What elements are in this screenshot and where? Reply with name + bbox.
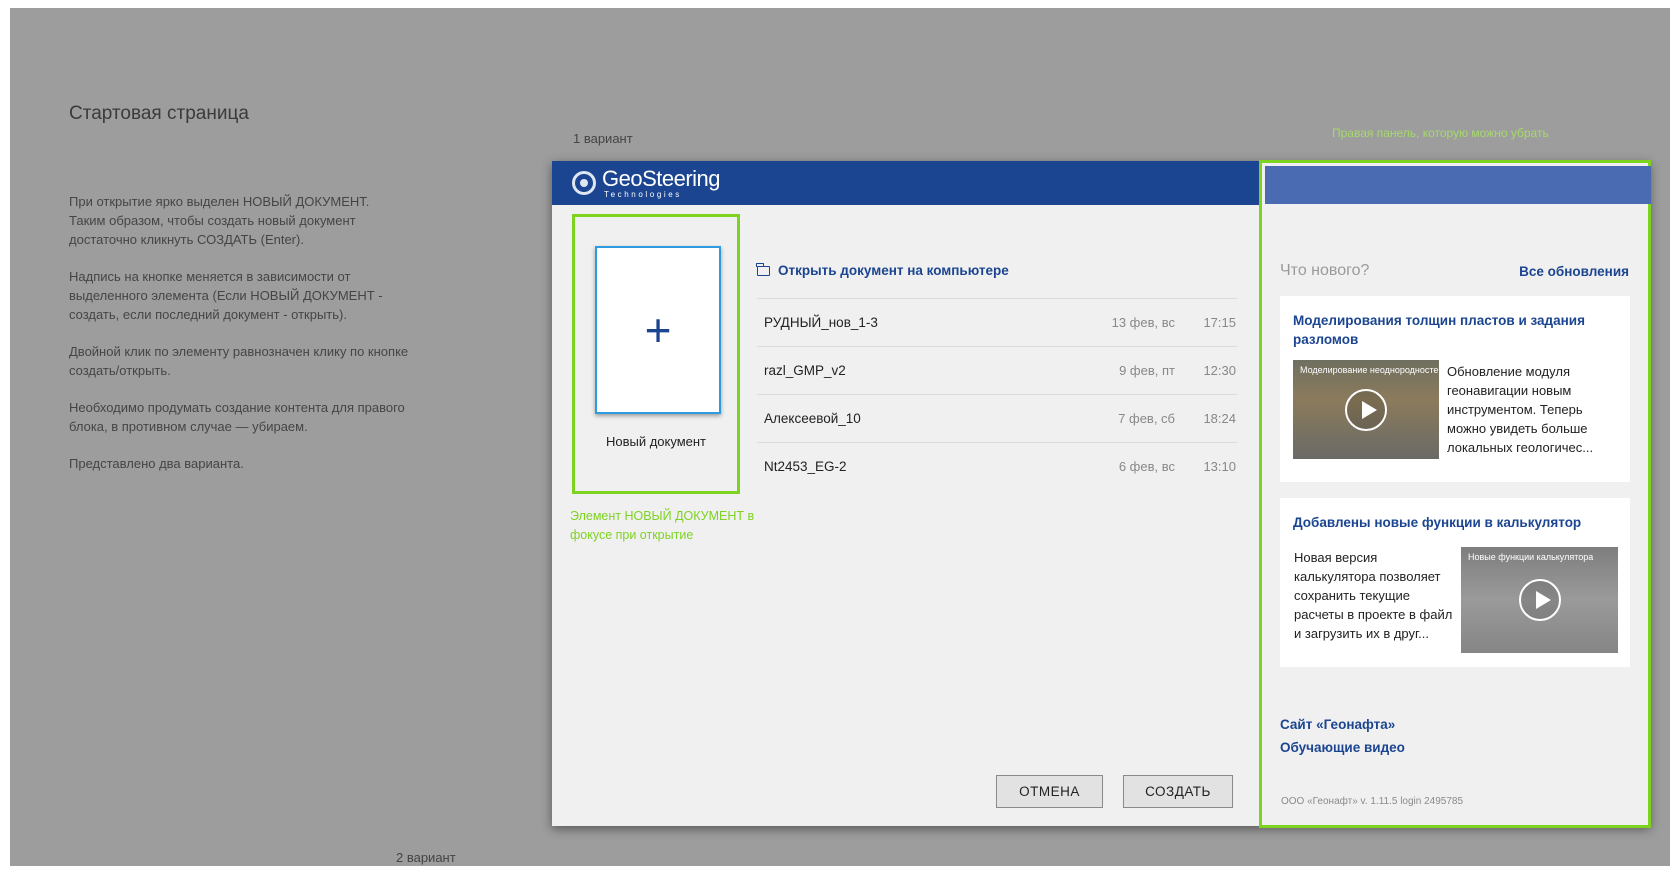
recent-document-row[interactable]: РУДНЫЙ_нов_1-3 13 фев, вс 17:15 xyxy=(757,298,1237,346)
document-time: 17:15 xyxy=(1203,315,1236,330)
news-description: Новая версия калькулятора позволяет сохр… xyxy=(1294,550,1453,641)
recent-documents-list: РУДНЫЙ_нов_1-3 13 фев, вс 17:15 razl_GMP… xyxy=(757,298,1237,490)
geonaft-site-link[interactable]: Сайт «Геонафта» xyxy=(1280,713,1405,736)
new-document-focus-frame: + Новый документ xyxy=(572,214,740,494)
news-title-link[interactable]: Добавлены новые функции в калькулятор xyxy=(1293,513,1593,532)
document-name: РУДНЫЙ_нов_1-3 xyxy=(764,315,878,330)
note-paragraph: При открытие ярко выделен НОВЫЙ ДОКУМЕНТ… xyxy=(69,194,370,247)
create-button[interactable]: СОЗДАТЬ xyxy=(1123,775,1233,808)
document-name: Алексеевой_10 xyxy=(764,411,861,426)
document-name: razl_GMP_v2 xyxy=(764,363,846,378)
version-info: ООО «Геонафт» v. 1.11.5 login 2495785 xyxy=(1281,796,1464,807)
logo-sub-text: Technologies xyxy=(604,190,682,199)
play-icon xyxy=(1518,579,1561,621)
focus-annotation: Элемент НОВЫЙ ДОКУМЕНТ в фокусе при откр… xyxy=(570,509,755,542)
logo-main-text: GeoSteering xyxy=(602,166,721,191)
document-date: 9 фев, пт xyxy=(1119,363,1175,378)
note-paragraph: Надпись на кнопке меняется в зависимости… xyxy=(69,269,383,322)
document-date: 13 фев, вс xyxy=(1111,315,1175,330)
folder-icon xyxy=(756,262,770,276)
news-title-link[interactable]: Моделирования толщин пластов и задания р… xyxy=(1293,311,1593,349)
right-panel-header xyxy=(1265,166,1651,204)
document-date: 7 фев, сб xyxy=(1118,411,1175,426)
recent-document-row[interactable]: Алексеевой_10 7 фев, сб 18:24 xyxy=(757,394,1237,442)
all-updates-link[interactable]: Все обновления xyxy=(1519,264,1629,279)
whats-new-heading: Что нового? xyxy=(1280,262,1370,279)
document-name: Nt2453_EG-2 xyxy=(764,459,847,474)
news-card: Добавлены новые функции в калькулятор Но… xyxy=(1280,498,1630,667)
variant-1-label: 1 вариант xyxy=(573,131,633,146)
right-panel: Что нового? Все обновления Моделирования… xyxy=(1259,160,1651,828)
recent-document-row[interactable]: razl_GMP_v2 9 фев, пт 12:30 xyxy=(757,346,1237,394)
thumbnail-caption: Моделирование неоднородносте... xyxy=(1300,365,1440,375)
variant-2-label: 2 вариант xyxy=(396,850,456,865)
tutorial-videos-link[interactable]: Обучающие видео xyxy=(1280,736,1405,759)
document-time: 18:24 xyxy=(1203,411,1236,426)
open-from-computer-link[interactable]: Открыть документ на компьютере xyxy=(756,262,1009,278)
news-description: Обновление модуля геонавигации новым инс… xyxy=(1447,364,1594,455)
description-notes: При открытие ярко выделен НОВЫЙ ДОКУМЕНТ… xyxy=(69,192,409,491)
new-document-tile[interactable]: + xyxy=(595,246,721,414)
play-icon xyxy=(1345,388,1387,431)
document-time: 13:10 xyxy=(1203,459,1236,474)
cancel-button[interactable]: ОТМЕНА xyxy=(996,775,1103,808)
video-thumbnail[interactable]: Новые функции калькулятора xyxy=(1461,547,1618,653)
note-paragraph: Двойной клик по элементу равнозначен кли… xyxy=(69,344,409,378)
page-title: Стартовая страница xyxy=(69,103,249,124)
video-thumbnail[interactable]: Моделирование неоднородносте... xyxy=(1293,360,1440,459)
geosteering-logo: GeoSteering Technologies xyxy=(572,166,721,199)
note-paragraph: Представлено два варианта. xyxy=(69,456,244,471)
open-link-label: Открыть документ на компьютере xyxy=(778,263,1009,278)
recent-document-row[interactable]: Nt2453_EG-2 6 фев, вс 13:10 xyxy=(757,442,1237,490)
new-document-label: Новый документ xyxy=(605,434,707,449)
footer-links: Сайт «Геонафта» Обучающие видео xyxy=(1280,713,1405,759)
right-panel-annotation: Правая панель, которую можно убрать xyxy=(1332,126,1549,140)
plus-icon: + xyxy=(644,304,672,356)
note-paragraph: Необходимо продумать создание контента д… xyxy=(69,400,405,434)
logo-text: GeoSteering Technologies xyxy=(602,166,721,199)
document-time: 12:30 xyxy=(1203,363,1236,378)
dialog-header: GeoSteering Technologies xyxy=(552,161,1260,205)
thumbnail-caption: Новые функции калькулятора xyxy=(1468,552,1594,562)
news-card: Моделирования толщин пластов и задания р… xyxy=(1280,296,1630,482)
geosteering-logo-icon xyxy=(572,171,596,195)
document-date: 6 фев, вс xyxy=(1118,459,1175,474)
